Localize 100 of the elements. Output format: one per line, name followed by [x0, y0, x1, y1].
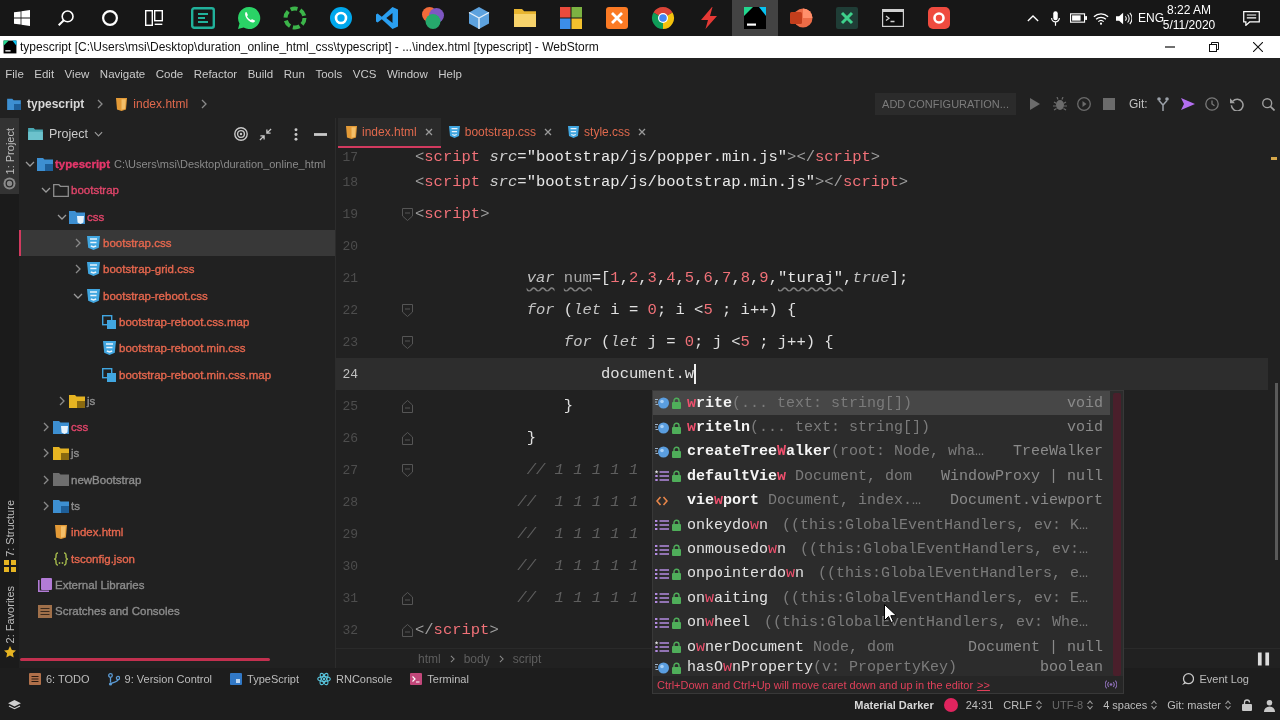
play-circle-icon[interactable] — [1077, 97, 1092, 111]
chevron-right-icon[interactable] — [59, 395, 65, 406]
menu-item[interactable]: Code — [150, 63, 189, 85]
chevron-up-icon[interactable] — [1027, 14, 1039, 22]
scrollbar-thumb[interactable] — [1274, 383, 1278, 560]
undo-icon[interactable] — [1229, 97, 1244, 111]
tree-item[interactable]: bootstrap-reboot.css — [19, 282, 335, 309]
tree-item[interactable]: bootstrap-reboot.css.map — [19, 308, 335, 336]
editor-tab[interactable]: bootstrap.css — [440, 118, 561, 148]
close-icon[interactable] — [1253, 42, 1263, 52]
restore-icon[interactable] — [1209, 42, 1219, 52]
window-panes-icon[interactable] — [14, 10, 30, 26]
chevron-right-icon[interactable] — [43, 501, 49, 511]
fold-marker-icon[interactable] — [402, 399, 413, 413]
send-arrow-icon[interactable] — [1180, 98, 1195, 110]
search-icon[interactable] — [58, 10, 74, 26]
menu-item[interactable]: Edit — [29, 63, 60, 85]
wifi-icon[interactable] — [1093, 11, 1109, 25]
collapse-arrows-icon[interactable] — [259, 127, 272, 141]
tree-item[interactable]: tsconfig.json — [19, 545, 335, 572]
tool-window-button[interactable]: TypeScript — [221, 668, 308, 690]
tree-item[interactable]: js — [19, 440, 335, 467]
tool-window-button[interactable]: Event Log — [1173, 668, 1258, 690]
speaker-icon[interactable] — [1116, 11, 1132, 25]
scrollbar-thumb[interactable] — [1113, 393, 1121, 676]
completion-item[interactable]: defaultView Document, dom WindowProxy | null — [653, 464, 1110, 489]
fold-marker-icon[interactable] — [402, 207, 413, 221]
editor-tab[interactable]: style.css — [560, 118, 655, 148]
tree-item[interactable]: bootstrap — [19, 177, 335, 204]
pause-icon[interactable] — [1257, 651, 1270, 666]
broadcast-icon[interactable] — [1105, 680, 1117, 689]
completion-item[interactable]: viewport Document, index.… Document.viewport — [653, 488, 1110, 513]
chevron-right-icon[interactable] — [43, 474, 49, 485]
menu-item[interactable]: Refactor — [188, 63, 243, 85]
theme-name[interactable]: Material Darker — [854, 699, 934, 711]
tree-item[interactable]: bootstrap-reboot.min.css.map — [19, 361, 335, 388]
tool-window-button[interactable]: 6: TODO — [20, 668, 99, 690]
view-selector[interactable]: Project — [28, 123, 103, 145]
fork-icon[interactable] — [1157, 97, 1170, 111]
completion-item[interactable]: writeln(... text: string[]) void — [653, 415, 1110, 440]
layers-icon[interactable] — [8, 699, 21, 711]
lock-icon[interactable] — [1242, 699, 1252, 711]
chevron-down-icon[interactable] — [25, 161, 35, 168]
completion-item[interactable]: onmousedown ((this:GlobalEventHandlers, ev:… — [653, 537, 1110, 562]
stop-icon[interactable] — [1102, 98, 1115, 110]
status-widget[interactable]: 4 spaces — [1098, 694, 1163, 716]
completion-item[interactable]: ownerDocument Node, dom Document | null — [653, 634, 1110, 660]
chevron-down-icon[interactable] — [41, 187, 51, 194]
status-widget[interactable]: Git: master — [1162, 694, 1236, 716]
tree-item[interactable]: bootstrap-grid.css — [19, 256, 335, 283]
completion-item[interactable]: onkeydown ((this:GlobalEventHandlers, ev: K… — [653, 512, 1110, 538]
microphone-icon[interactable] — [1050, 10, 1060, 26]
menu-item[interactable]: Build — [242, 63, 279, 85]
menu-item[interactable]: File — [0, 63, 30, 85]
completion-item[interactable]: onwheel ((this:GlobalEventHandlers, ev: Whe… — [653, 610, 1110, 635]
hint-link[interactable]: >> — [977, 678, 990, 691]
notification-icon[interactable] — [1242, 10, 1260, 26]
fold-marker-icon[interactable] — [402, 591, 413, 605]
ring-icon[interactable] — [102, 10, 118, 26]
tree-item[interactable]: css — [19, 203, 335, 230]
person-icon[interactable] — [1262, 698, 1276, 712]
tool-window-button[interactable]: 2: Favorites — [0, 575, 19, 662]
fold-marker-icon[interactable] — [402, 463, 413, 477]
tree-item[interactable]: newBootstrap — [19, 466, 335, 493]
fold-marker-icon[interactable] — [402, 303, 413, 317]
editor-tab[interactable]: index.html — [338, 118, 441, 148]
bug-icon[interactable] — [1052, 97, 1067, 111]
completion-item[interactable]: hasOwnProperty(v: PropertyKey) boolean — [653, 659, 1110, 676]
status-widget[interactable]: CRLF — [998, 694, 1047, 716]
kebab-menu-icon[interactable] — [294, 127, 298, 141]
tree-item[interactable]: bootstrap-reboot.min.css — [19, 335, 335, 362]
chevron-down-icon[interactable] — [73, 292, 83, 299]
fold-marker-icon[interactable] — [402, 431, 413, 445]
search-icon[interactable] — [1261, 97, 1275, 111]
tree-item[interactable]: bootstrap.css — [19, 229, 335, 257]
breadcrumb-item[interactable]: index.html — [114, 93, 191, 115]
completion-item[interactable]: onwaiting ((this:GlobalEventHandlers, ev: E… — [653, 586, 1110, 611]
menu-item[interactable]: Tools — [310, 63, 348, 85]
menu-item[interactable]: Help — [433, 63, 468, 85]
tree-item[interactable]: typescript C:\Users\msi\Desktop\duration_online_html — [19, 151, 335, 178]
chevron-down-icon[interactable] — [57, 213, 67, 220]
completion-item[interactable]: createTreeWalker(root: Node, wha… TreeWalker — [653, 439, 1110, 465]
menu-item[interactable]: Window — [381, 63, 434, 85]
play-icon[interactable] — [1030, 98, 1041, 110]
tree-item[interactable]: Scratches and Consoles — [19, 598, 335, 625]
chevron-right-icon[interactable] — [75, 264, 81, 275]
tree-item[interactable]: css — [19, 413, 335, 441]
tool-window-button[interactable]: 7: Structure — [0, 489, 19, 576]
fold-marker-icon[interactable] — [402, 623, 413, 637]
tool-window-button[interactable]: 9: Version Control — [98, 668, 222, 690]
minimize-icon[interactable] — [314, 132, 327, 136]
menu-item[interactable]: Run — [278, 63, 311, 85]
menu-item[interactable]: VCS — [347, 63, 382, 85]
tool-window-button[interactable]: 1: Project — [0, 118, 19, 195]
tree-item[interactable]: index.html — [19, 519, 335, 546]
target-icon[interactable] — [233, 127, 248, 141]
chevron-right-icon[interactable] — [43, 448, 49, 459]
language-indicator[interactable]: ENG — [1138, 11, 1164, 25]
clock-time[interactable]: 8:22 AM — [1167, 3, 1211, 18]
chevron-right-icon[interactable] — [75, 238, 81, 249]
